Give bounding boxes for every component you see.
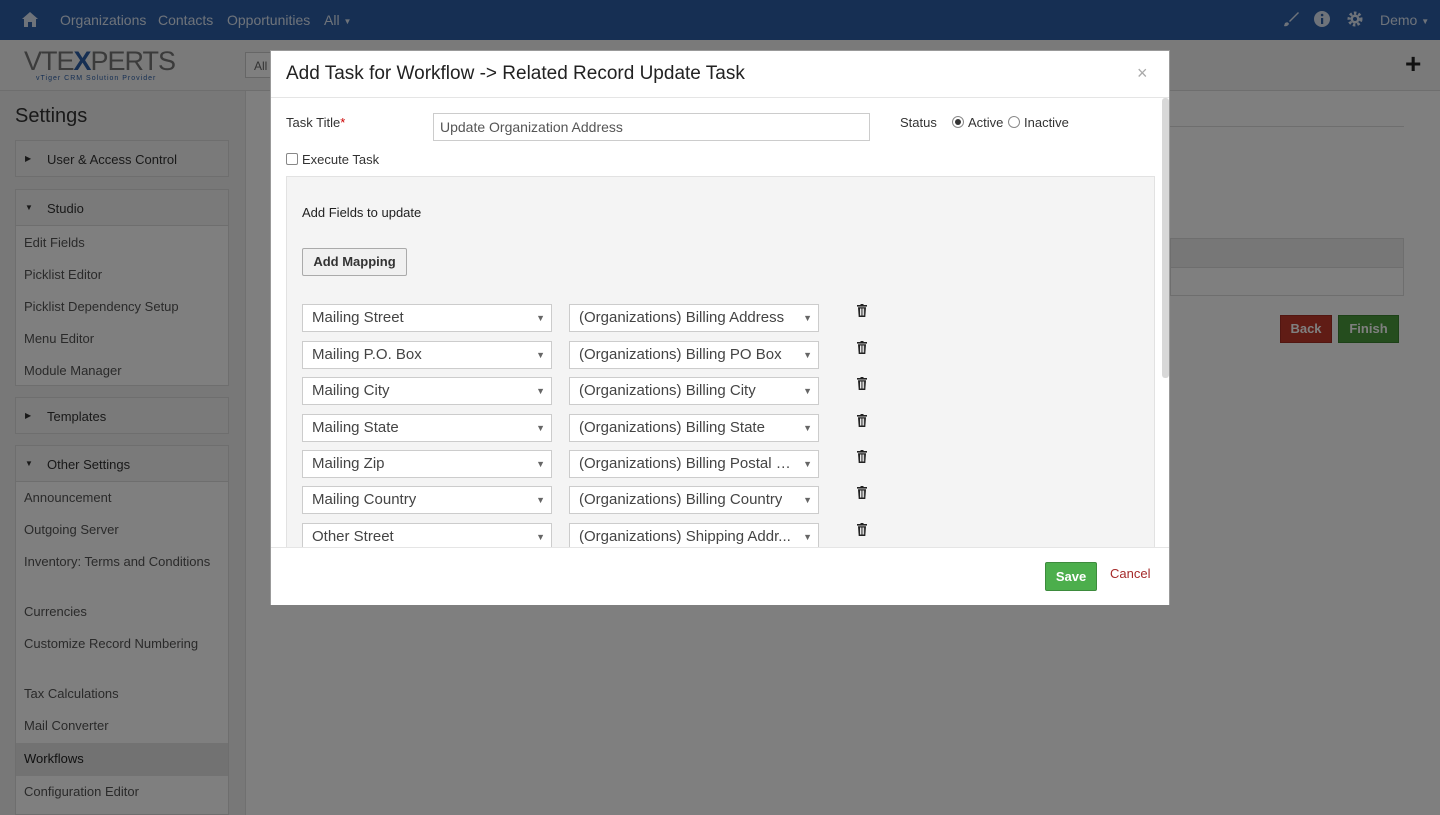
modal-body: Task Title* Status Active Inactive Execu… — [271, 98, 1169, 547]
task-title-input[interactable] — [433, 113, 870, 141]
source-field-select[interactable]: Other Street ▼ — [302, 523, 552, 547]
modal-scrollbar[interactable] — [1162, 98, 1169, 378]
target-field-select[interactable]: (Organizations) Billing PO Box ▼ — [569, 341, 819, 369]
save-button[interactable]: Save — [1045, 562, 1097, 591]
source-field-select[interactable]: Mailing Country ▼ — [302, 486, 552, 514]
source-field-select[interactable]: Mailing Zip ▼ — [302, 450, 552, 478]
trash-icon[interactable] — [857, 450, 867, 463]
source-field-select[interactable]: Mailing Street ▼ — [302, 304, 552, 332]
target-field-select[interactable]: (Organizations) Billing State ▼ — [569, 414, 819, 442]
caret-down-icon: ▼ — [536, 459, 545, 469]
caret-down-icon: ▼ — [803, 459, 812, 469]
modal-title: Add Task for Workflow -> Related Record … — [286, 63, 745, 84]
source-field-select[interactable]: Mailing City ▼ — [302, 377, 552, 405]
trash-icon[interactable] — [857, 414, 867, 427]
trash-icon[interactable] — [857, 377, 867, 390]
caret-down-icon: ▼ — [803, 350, 812, 360]
status-label: Status — [900, 115, 937, 130]
fields-panel: Add Fields to update Add Mapping Mailing… — [286, 176, 1155, 547]
target-field-select[interactable]: (Organizations) Billing Address ▼ — [569, 304, 819, 332]
status-active-radio[interactable] — [952, 116, 964, 128]
trash-icon[interactable] — [857, 341, 867, 354]
source-field-select[interactable]: Mailing P.O. Box ▼ — [302, 341, 552, 369]
caret-down-icon: ▼ — [536, 350, 545, 360]
trash-icon[interactable] — [857, 304, 867, 317]
status-active-label[interactable]: Active — [968, 115, 1003, 130]
close-icon[interactable]: × — [1137, 63, 1148, 84]
caret-down-icon: ▼ — [803, 313, 812, 323]
execute-task-checkbox[interactable] — [286, 153, 298, 165]
caret-down-icon: ▼ — [803, 386, 812, 396]
status-inactive-radio[interactable] — [1008, 116, 1020, 128]
source-field-select[interactable]: Mailing State ▼ — [302, 414, 552, 442]
caret-down-icon: ▼ — [536, 495, 545, 505]
status-inactive-label[interactable]: Inactive — [1024, 115, 1069, 130]
caret-down-icon: ▼ — [803, 495, 812, 505]
target-field-select[interactable]: (Organizations) Shipping Addr... ▼ — [569, 523, 819, 547]
fields-heading: Add Fields to update — [302, 205, 422, 220]
caret-down-icon: ▼ — [803, 423, 812, 433]
caret-down-icon: ▼ — [536, 532, 545, 542]
add-task-modal: Add Task for Workflow -> Related Record … — [270, 50, 1170, 605]
target-field-select[interactable]: (Organizations) Billing City ▼ — [569, 377, 819, 405]
execute-task-label[interactable]: Execute Task — [302, 152, 379, 167]
trash-icon[interactable] — [857, 523, 867, 536]
modal-footer: Save Cancel — [271, 547, 1169, 605]
trash-icon[interactable] — [857, 486, 867, 499]
target-field-select[interactable]: (Organizations) Billing Postal C... ▼ — [569, 450, 819, 478]
caret-down-icon: ▼ — [536, 313, 545, 323]
cancel-link[interactable]: Cancel — [1110, 566, 1150, 581]
caret-down-icon: ▼ — [536, 423, 545, 433]
add-mapping-button[interactable]: Add Mapping — [302, 248, 407, 276]
caret-down-icon: ▼ — [803, 532, 812, 542]
target-field-select[interactable]: (Organizations) Billing Country ▼ — [569, 486, 819, 514]
caret-down-icon: ▼ — [536, 386, 545, 396]
task-title-label: Task Title* — [286, 115, 346, 130]
